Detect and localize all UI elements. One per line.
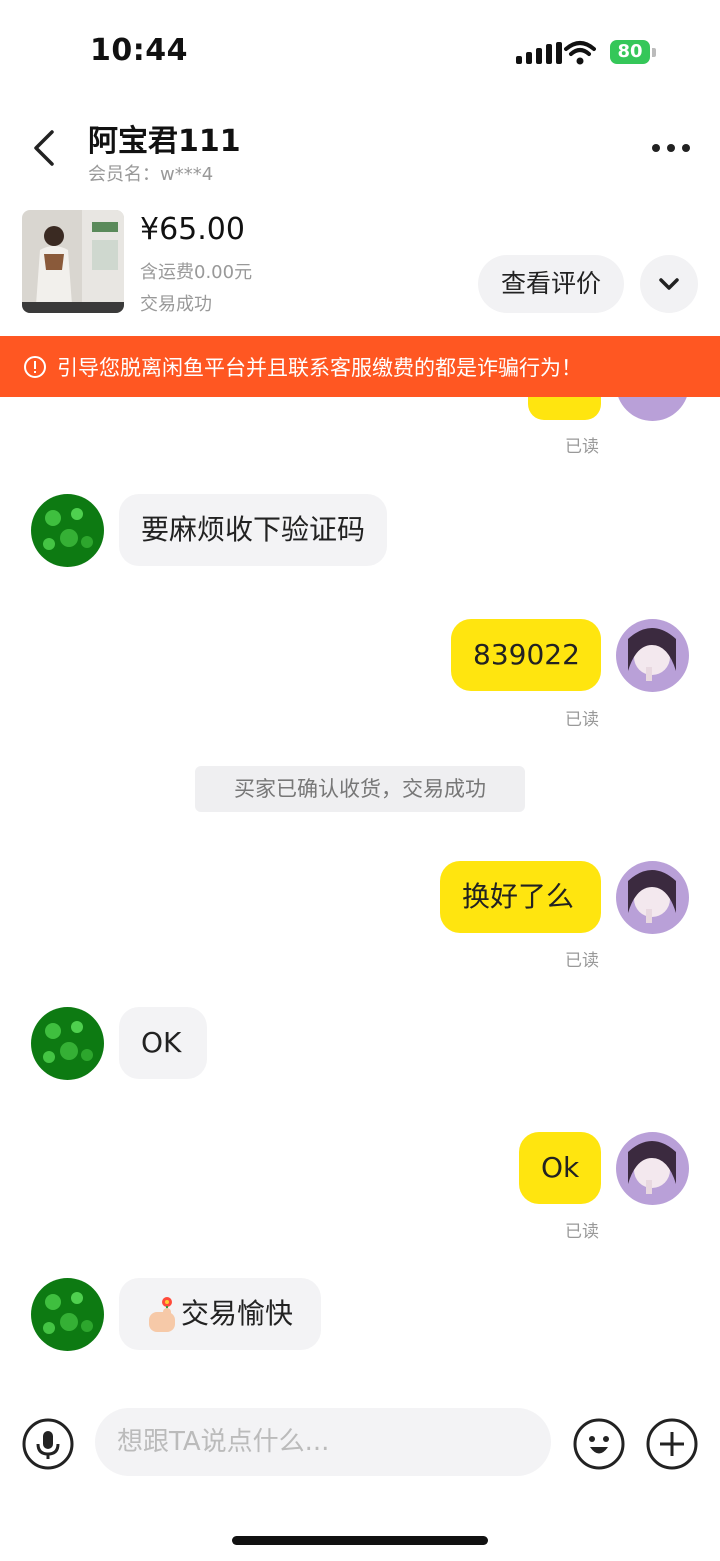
system-message: 买家已确认收货，交易成功 [195,766,525,812]
message-input[interactable]: 想跟TA说点什么... [95,1408,551,1476]
product-price: ¥65.00 [140,212,245,247]
wifi-icon [564,41,596,65]
read-receipt: 已读 [565,710,599,730]
battery-indicator: 80 [610,40,650,64]
finger-flower-emoji [149,1297,175,1332]
read-receipt: 已读 [565,951,599,971]
warning-icon [24,355,46,378]
message-bubble[interactable]: 换好了么 [440,861,601,933]
back-icon[interactable] [30,128,58,168]
home-indicator[interactable] [232,1536,488,1545]
read-receipt: 已读 [565,437,599,457]
signal-icon [516,42,562,64]
chat-title: 阿宝君111 [88,124,241,159]
expand-button[interactable] [640,255,698,313]
product-thumbnail[interactable] [22,210,124,313]
message-bubble[interactable]: Ok [519,1132,601,1204]
status-time: 10:44 [90,33,188,68]
seller-avatar[interactable] [31,1007,104,1080]
warning-banner: 引导您脱离闲鱼平台并且联系客服缴费的都是诈骗行为！ [0,336,720,397]
chevron-down-icon [659,278,679,290]
read-receipt: 已读 [565,1222,599,1242]
view-review-button[interactable]: 查看评价 [478,255,624,313]
message-bubble[interactable]: 交易愉快 [119,1278,321,1350]
my-avatar[interactable] [616,1132,689,1205]
microphone-icon[interactable] [22,1418,74,1470]
seller-avatar[interactable] [31,1278,104,1351]
plus-icon[interactable] [646,1418,698,1470]
battery-cap [652,48,656,57]
shipping-fee: 含运费0.00元 [140,262,253,283]
more-icon[interactable] [652,144,690,152]
emoji-icon[interactable] [573,1418,625,1470]
message-text: 交易愉快 [181,1297,294,1330]
seller-avatar[interactable] [31,494,104,567]
warning-text: 引导您脱离闲鱼平台并且联系客服缴费的都是诈骗行为！ [57,355,582,380]
message-bubble[interactable]: 要麻烦收下验证码 [119,494,388,566]
message-bubble[interactable]: 839022 [451,619,601,691]
my-avatar[interactable] [616,619,689,692]
my-avatar[interactable] [616,861,689,934]
trade-status: 交易成功 [140,294,212,315]
member-name: 会员名：w***4 [88,164,214,185]
message-bubble[interactable]: OK [119,1007,207,1079]
